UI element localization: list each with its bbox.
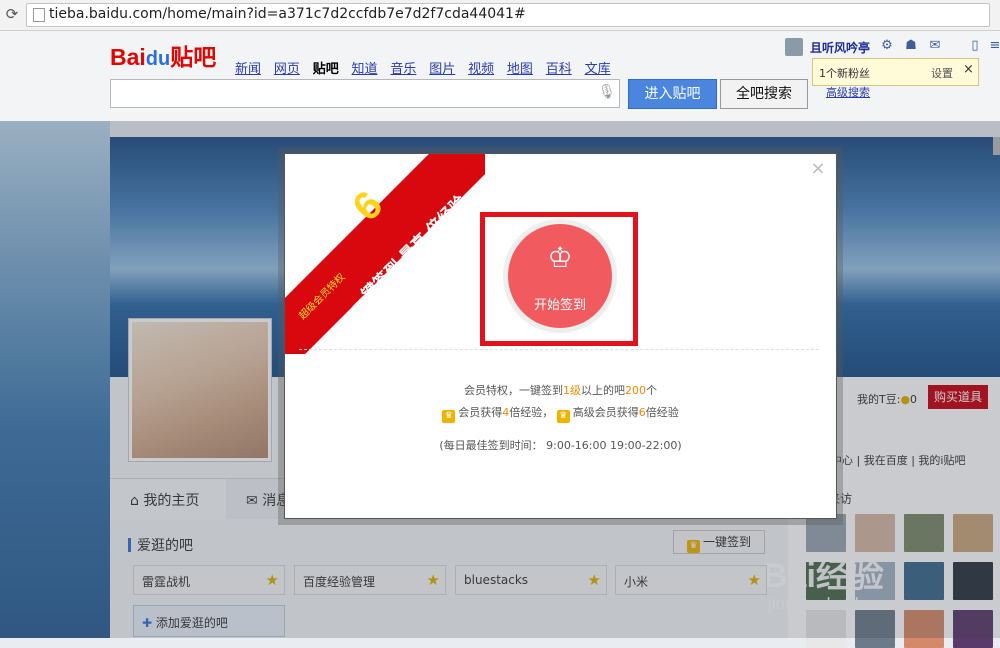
line1-a: 会员特权，一键签到	[464, 384, 563, 397]
sign-in-modal: 一键签到 最高 倍经验 6 超级会员特权 × ♔ 开始签到 会员特权，一键签到1…	[284, 153, 837, 519]
nav-music[interactable]: 音乐	[390, 62, 416, 77]
new-fans-notice: 1个新粉丝 设置 ×	[812, 58, 979, 86]
advanced-search-link[interactable]: 高级搜索	[826, 84, 870, 100]
member-privilege-text: 会员特权，一键签到1级以上的吧200个	[285, 382, 836, 398]
line1-b: 1级	[563, 384, 581, 397]
divider	[299, 349, 819, 350]
line2-e: 6	[638, 406, 646, 419]
logo-bai: Bai	[110, 44, 146, 70]
member-icon[interactable]: ☗	[904, 39, 918, 53]
notice-text[interactable]: 1个新粉丝	[819, 65, 870, 81]
nav-news[interactable]: 新闻	[235, 62, 261, 77]
line2-c: 倍经验，	[509, 406, 554, 419]
page-icon	[33, 8, 45, 22]
address-bar: ⟳ tieba.baidu.com/home/main?id=a371c7d2c…	[0, 0, 1000, 31]
nav-map[interactable]: 地图	[507, 62, 533, 77]
crown-icon: ♔	[547, 241, 573, 274]
logo-paw-du: du	[145, 48, 171, 70]
nav-images[interactable]: 图片	[429, 62, 455, 77]
url-text[interactable]: tieba.baidu.com/home/main?id=a371c7d2ccf…	[49, 6, 526, 22]
notice-close-icon[interactable]: ×	[963, 62, 974, 77]
mail-icon[interactable]: ✉	[928, 39, 942, 53]
nav-tieba[interactable]: 贴吧	[313, 62, 339, 77]
line2-f: 倍经验	[645, 406, 679, 419]
enter-tieba-button[interactable]: 进入贴吧	[628, 79, 717, 109]
modal-close-icon[interactable]: ×	[809, 160, 827, 178]
line1-d: 200	[625, 384, 646, 397]
start-sign-label: 开始签到	[533, 298, 586, 313]
ribbon-band	[285, 154, 485, 354]
url-field[interactable]: tieba.baidu.com/home/main?id=a371c7d2ccf…	[26, 3, 990, 27]
search-input[interactable]	[110, 79, 620, 108]
vip-badge-icon: ♛	[556, 410, 570, 423]
nav-web[interactable]: 网页	[274, 62, 300, 77]
microphone-icon[interactable]: 🎙	[598, 84, 616, 100]
start-sign-button[interactable]: ♔ 开始签到	[508, 224, 612, 328]
nav-video[interactable]: 视频	[468, 62, 494, 77]
user-avatar[interactable]	[785, 38, 803, 56]
line1-e: 个	[646, 384, 657, 397]
mobile-icon[interactable]: ▯	[968, 39, 982, 53]
baidu-tieba-logo[interactable]: Baidu贴吧	[110, 38, 216, 72]
top-nav: 新闻 网页 贴吧 知道 音乐 图片 视频 地图 百科 文库	[235, 58, 620, 77]
nav-baike[interactable]: 百科	[546, 62, 572, 77]
member-exp-text: ♛ 会员获得4倍经验， ♛ 高级会员获得6倍经验	[285, 404, 836, 423]
line1-c: 以上的吧	[581, 384, 625, 397]
line2-a: 会员获得	[458, 406, 503, 419]
nav-zhidao[interactable]: 知道	[352, 62, 378, 77]
nav-wenku[interactable]: 文库	[585, 62, 611, 77]
notice-settings-link[interactable]: 设置	[931, 65, 953, 81]
search-all-button[interactable]: 全吧搜索	[720, 79, 808, 109]
logo-tieba: 贴吧	[170, 44, 217, 70]
gear-icon[interactable]: ⚙	[880, 39, 894, 53]
reload-icon[interactable]: ⟳	[3, 5, 21, 23]
line2-d: 高级会员获得	[572, 406, 639, 419]
menu-icon[interactable]: ≡	[988, 39, 1000, 53]
promo-ribbon: 一键签到 最高 倍经验 6 超级会员特权	[285, 154, 485, 354]
member-badge-icon: ♛	[442, 410, 456, 423]
username-link[interactable]: 且听风吟亭	[810, 39, 870, 56]
best-sign-time-text: (每日最佳签到时间： 9:00-16:00 19:00-22:00)	[439, 439, 682, 452]
